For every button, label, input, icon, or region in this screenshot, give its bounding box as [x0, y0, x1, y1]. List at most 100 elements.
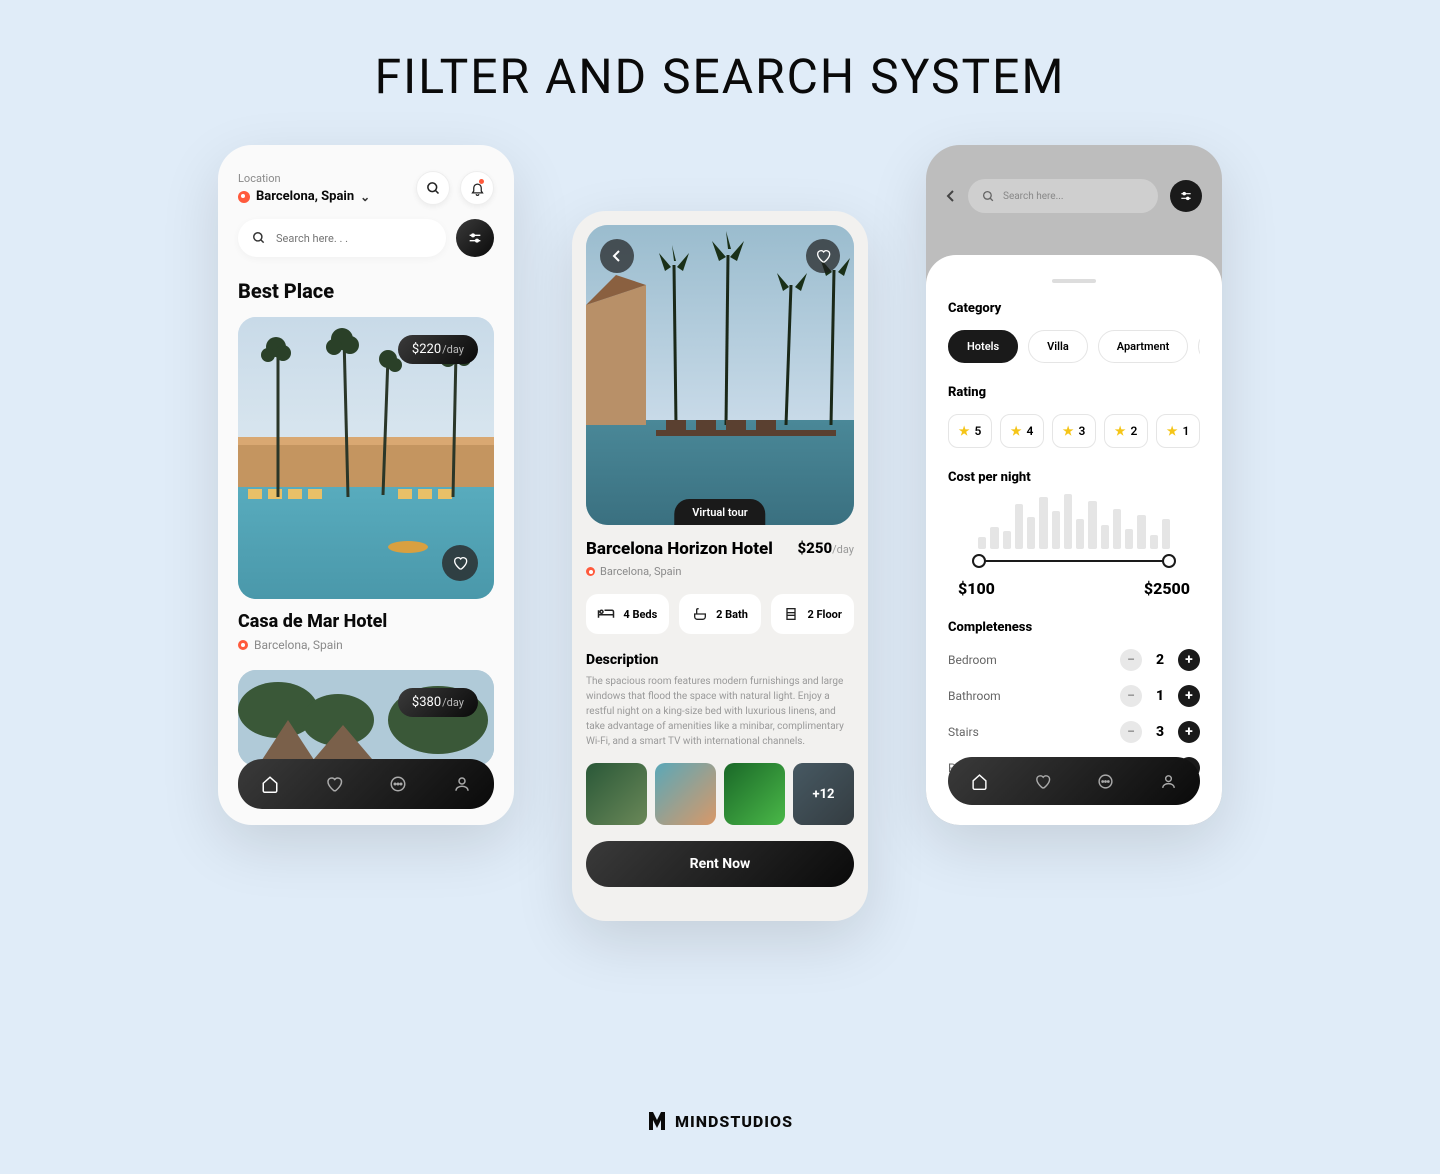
category-chip[interactable]: Hotels	[948, 330, 1018, 363]
rating-chip[interactable]: ★5	[948, 414, 992, 448]
hotel-location: Barcelona, Spain	[586, 565, 854, 578]
notification-dot	[479, 179, 484, 184]
virtual-tour-button[interactable]: Virtual tour	[674, 499, 765, 525]
pin-icon	[238, 191, 250, 203]
user-icon[interactable]	[1160, 773, 1177, 790]
price-badge: $220/day	[398, 335, 478, 364]
heart-icon[interactable]	[325, 775, 343, 793]
price-min: $100	[958, 579, 995, 598]
category-chip[interactable]: Hostels	[1198, 330, 1200, 363]
sheet-handle[interactable]	[1052, 279, 1096, 283]
minus-button[interactable]: −	[1120, 685, 1142, 707]
search-input[interactable]: Search here...	[968, 179, 1158, 213]
sliders-icon	[467, 230, 483, 246]
rent-button[interactable]: Rent Now	[586, 841, 854, 887]
search-icon	[426, 181, 441, 196]
category-title: Category	[948, 301, 1200, 316]
stepper-value: 3	[1154, 724, 1166, 740]
section-title: Best Place	[238, 279, 494, 303]
feature-bath: 2 Bath	[679, 594, 762, 634]
favorite-button[interactable]	[806, 239, 840, 273]
rating-chip[interactable]: ★4	[1000, 414, 1044, 448]
bed-icon	[597, 607, 615, 621]
home-icon[interactable]	[971, 773, 988, 790]
slider-handle-max[interactable]	[1162, 554, 1176, 568]
plus-button[interactable]: +	[1178, 685, 1200, 707]
location-text: Barcelona, Spain	[256, 189, 354, 204]
search-icon	[982, 190, 995, 203]
thumb-more[interactable]: +12	[793, 763, 854, 825]
thumb[interactable]	[586, 763, 647, 825]
bath-icon	[692, 606, 708, 622]
cost-title: Cost per night	[948, 470, 1200, 485]
star-icon: ★	[1115, 424, 1126, 438]
search-input-wrapper[interactable]	[238, 219, 446, 257]
building-icon	[783, 606, 799, 622]
chevron-down-icon: ⌄	[360, 190, 370, 204]
notifications-button[interactable]	[460, 171, 494, 205]
rating-chip[interactable]: ★1	[1156, 414, 1200, 448]
brand-logo-icon	[647, 1110, 667, 1132]
hotel-location: Barcelona, Spain	[238, 638, 494, 652]
category-chip[interactable]: Villa	[1028, 330, 1088, 363]
rating-title: Rating	[948, 385, 1200, 400]
thumb[interactable]	[655, 763, 716, 825]
back-button[interactable]	[600, 239, 634, 273]
filter-sheet: Category Hotels Villa Apartment Hostels …	[926, 255, 1222, 825]
heart-icon	[815, 248, 831, 264]
search-input[interactable]	[276, 232, 432, 245]
search-icon-button[interactable]	[416, 171, 450, 205]
feature-floor: 2 Floor	[771, 594, 854, 634]
page-title: FILTER AND SEARCH SYSTEM	[0, 0, 1440, 145]
hero-image-wrapper: Virtual tour	[586, 225, 854, 525]
slider-handle-min[interactable]	[972, 554, 986, 568]
minus-button[interactable]: −	[1120, 649, 1142, 671]
star-icon: ★	[1063, 424, 1074, 438]
stepper-stairs: Stairs−3+	[948, 721, 1200, 743]
location-value[interactable]: Barcelona, Spain ⌄	[238, 189, 416, 204]
price-max: $2500	[1144, 579, 1190, 598]
bottom-nav	[948, 757, 1200, 805]
search-icon	[252, 231, 266, 245]
user-icon[interactable]	[453, 775, 471, 793]
pin-icon	[238, 640, 248, 650]
hotel-name: Barcelona Horizon Hotel	[586, 539, 773, 559]
star-icon: ★	[1011, 424, 1022, 438]
hotel-title: Casa de Mar Hotel	[238, 611, 494, 632]
hotel-price: $250/day	[798, 539, 854, 557]
heart-icon[interactable]	[1034, 773, 1051, 790]
bottom-nav	[238, 759, 494, 809]
minus-button[interactable]: −	[1120, 721, 1142, 743]
description-title: Description	[586, 652, 854, 668]
feature-beds: 4 Beds	[586, 594, 669, 634]
plus-button[interactable]: +	[1178, 721, 1200, 743]
sliders-icon	[1179, 189, 1193, 203]
pin-icon	[586, 567, 595, 576]
screen-filter: Search here... Category Hotels Villa Apa…	[926, 145, 1222, 825]
plus-button[interactable]: +	[1178, 649, 1200, 671]
back-button[interactable]	[946, 189, 956, 203]
rating-chip[interactable]: ★2	[1104, 414, 1148, 448]
star-icon: ★	[959, 424, 970, 438]
home-icon[interactable]	[261, 775, 279, 793]
completeness-title: Completeness	[948, 620, 1200, 635]
location-label: Location	[238, 172, 416, 185]
footer-brand: MINDSTUDIOS	[0, 1110, 1440, 1132]
chat-icon[interactable]	[1097, 773, 1114, 790]
chat-icon[interactable]	[389, 775, 407, 793]
category-chip[interactable]: Apartment	[1098, 330, 1189, 363]
hotel-card[interactable]: $380/day	[238, 670, 494, 766]
gallery-thumbs: +12	[586, 763, 854, 825]
description-text: The spacious room features modern furnis…	[586, 674, 854, 749]
rating-chip[interactable]: ★3	[1052, 414, 1096, 448]
hotel-card[interactable]: $220/day	[238, 317, 494, 599]
screen-home: Location Barcelona, Spain ⌄ Best Place	[218, 145, 514, 825]
price-slider[interactable]	[974, 551, 1174, 571]
favorite-button[interactable]	[442, 545, 478, 581]
heart-icon	[452, 555, 468, 571]
thumb[interactable]	[724, 763, 785, 825]
screen-detail: Virtual tour Barcelona Horizon Hotel $25…	[572, 211, 868, 921]
filter-button[interactable]	[456, 219, 494, 257]
chevron-left-icon	[612, 249, 622, 263]
filter-button[interactable]	[1170, 180, 1202, 212]
